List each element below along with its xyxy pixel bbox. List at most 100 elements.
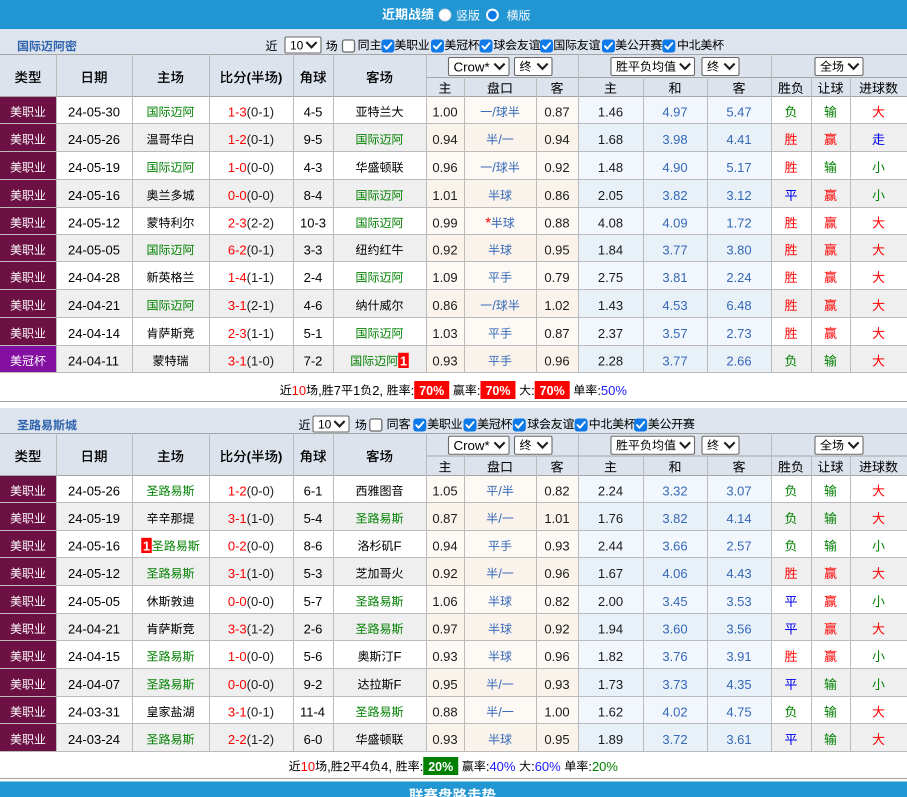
svg-text:4.90: 4.90 xyxy=(662,160,687,175)
svg-text:2.75: 2.75 xyxy=(598,270,623,285)
svg-text:1: 1 xyxy=(400,353,407,368)
svg-text:3-1: 3-1 xyxy=(228,298,247,313)
svg-text::: : xyxy=(411,383,415,398)
svg-text:0.93: 0.93 xyxy=(432,649,457,664)
svg-text:3.82: 3.82 xyxy=(662,511,687,526)
svg-text:1.00: 1.00 xyxy=(544,705,569,720)
svg-text:4.97: 4.97 xyxy=(662,105,687,120)
svg-text:0.99: 0.99 xyxy=(432,216,457,231)
svg-text:3.77: 3.77 xyxy=(662,354,687,369)
svg-text:60%: 60% xyxy=(535,759,561,774)
svg-text:0.95: 0.95 xyxy=(432,677,457,692)
svg-text:F: F xyxy=(394,539,402,554)
svg-text:24-03-31: 24-03-31 xyxy=(68,705,120,720)
svg-text:1-4: 1-4 xyxy=(228,270,247,285)
svg-text:2: 2 xyxy=(343,759,350,774)
svg-text:0.97: 0.97 xyxy=(432,622,457,637)
svg-text:5-1: 5-1 xyxy=(304,326,323,341)
svg-text:10: 10 xyxy=(292,383,306,398)
svg-text:24-05-05: 24-05-05 xyxy=(68,594,120,609)
svg-text:4-3: 4-3 xyxy=(304,160,323,175)
svg-text:/: / xyxy=(492,298,496,313)
svg-text:4.09: 4.09 xyxy=(662,216,687,231)
svg-text:0.92: 0.92 xyxy=(432,566,457,581)
svg-text:(2-2): (2-2) xyxy=(247,216,274,231)
svg-text:1.09: 1.09 xyxy=(432,270,457,285)
svg-text:(2-1): (2-1) xyxy=(247,298,274,313)
svg-text:3.66: 3.66 xyxy=(662,539,687,554)
svg-text:2.37: 2.37 xyxy=(598,326,623,341)
svg-text:0.94: 0.94 xyxy=(432,539,457,554)
svg-text:1.89: 1.89 xyxy=(598,732,623,747)
svg-text:2.28: 2.28 xyxy=(598,354,623,369)
svg-text:24-04-14: 24-04-14 xyxy=(68,326,120,341)
svg-text:4.02: 4.02 xyxy=(662,705,687,720)
svg-text:2.57: 2.57 xyxy=(726,539,751,554)
svg-text:1.62: 1.62 xyxy=(598,705,623,720)
svg-text:5-6: 5-6 xyxy=(304,649,323,664)
svg-text:0.93: 0.93 xyxy=(544,539,569,554)
svg-text:0.94: 0.94 xyxy=(544,132,569,147)
svg-text:3.80: 3.80 xyxy=(726,243,751,258)
svg-text:5-3: 5-3 xyxy=(304,566,323,581)
svg-text:10: 10 xyxy=(301,759,315,774)
svg-text:70%: 70% xyxy=(540,384,565,398)
svg-text:10: 10 xyxy=(318,417,332,431)
svg-text:2.66: 2.66 xyxy=(726,354,751,369)
svg-text:1-2: 1-2 xyxy=(228,484,247,499)
svg-text:1.94: 1.94 xyxy=(598,622,623,637)
svg-text:50%: 50% xyxy=(601,383,627,398)
svg-text:3.12: 3.12 xyxy=(726,188,751,203)
svg-text:0.79: 0.79 xyxy=(544,270,569,285)
svg-text:2-4: 2-4 xyxy=(304,270,323,285)
svg-text:0.88: 0.88 xyxy=(432,705,457,720)
svg-text:(0-0): (0-0) xyxy=(247,594,274,609)
svg-text:4.53: 4.53 xyxy=(662,298,687,313)
svg-text:0.87: 0.87 xyxy=(432,511,457,526)
svg-text:3-1: 3-1 xyxy=(228,705,247,720)
svg-text:6-0: 6-0 xyxy=(304,732,323,747)
svg-text:1.03: 1.03 xyxy=(432,326,457,341)
svg-text:Crow*: Crow* xyxy=(454,438,490,453)
svg-text::: : xyxy=(531,383,535,398)
svg-text:3.73: 3.73 xyxy=(662,677,687,692)
svg-text:2-2: 2-2 xyxy=(228,732,247,747)
svg-text:/: / xyxy=(492,160,496,175)
svg-text:0.92: 0.92 xyxy=(544,160,569,175)
svg-text:24-05-26: 24-05-26 xyxy=(68,132,120,147)
svg-text:1.84: 1.84 xyxy=(598,243,623,258)
svg-text:(0-0): (0-0) xyxy=(247,539,274,554)
svg-text:0-2: 0-2 xyxy=(228,539,247,554)
svg-text:3.32: 3.32 xyxy=(662,484,687,499)
svg-text:3.61: 3.61 xyxy=(726,732,751,747)
svg-text:): ) xyxy=(278,449,282,464)
svg-text:3.82: 3.82 xyxy=(662,188,687,203)
svg-text:5.47: 5.47 xyxy=(726,105,751,120)
svg-text:0.93: 0.93 xyxy=(432,732,457,747)
svg-text:1-0: 1-0 xyxy=(228,649,247,664)
svg-text:40%: 40% xyxy=(489,759,515,774)
svg-text:11-4: 11-4 xyxy=(300,705,325,720)
svg-text:2.00: 2.00 xyxy=(598,594,623,609)
svg-text:5-7: 5-7 xyxy=(304,594,323,609)
svg-text:4,: 4, xyxy=(381,759,395,774)
svg-text:24-04-07: 24-04-07 xyxy=(68,677,120,692)
svg-text:2-6: 2-6 xyxy=(304,622,323,637)
svg-text:0.88: 0.88 xyxy=(544,216,569,231)
svg-text:(: ( xyxy=(247,449,252,464)
svg-text:3.77: 3.77 xyxy=(662,243,687,258)
svg-text:3.72: 3.72 xyxy=(662,732,687,747)
svg-text:1: 1 xyxy=(353,383,360,398)
svg-text:(0-0): (0-0) xyxy=(247,188,274,203)
svg-text:1.82: 1.82 xyxy=(598,649,623,664)
svg-text:/: / xyxy=(492,105,496,120)
svg-text:4.43: 4.43 xyxy=(726,566,751,581)
svg-text:3-3: 3-3 xyxy=(304,243,323,258)
svg-text::: : xyxy=(420,759,424,774)
svg-text:(0-1): (0-1) xyxy=(247,705,274,720)
svg-text:4.08: 4.08 xyxy=(598,216,623,231)
svg-text:(0-0): (0-0) xyxy=(247,677,274,692)
svg-text:0.93: 0.93 xyxy=(432,354,457,369)
svg-text:24-05-16: 24-05-16 xyxy=(68,539,120,554)
svg-text:(1-0): (1-0) xyxy=(247,566,274,581)
